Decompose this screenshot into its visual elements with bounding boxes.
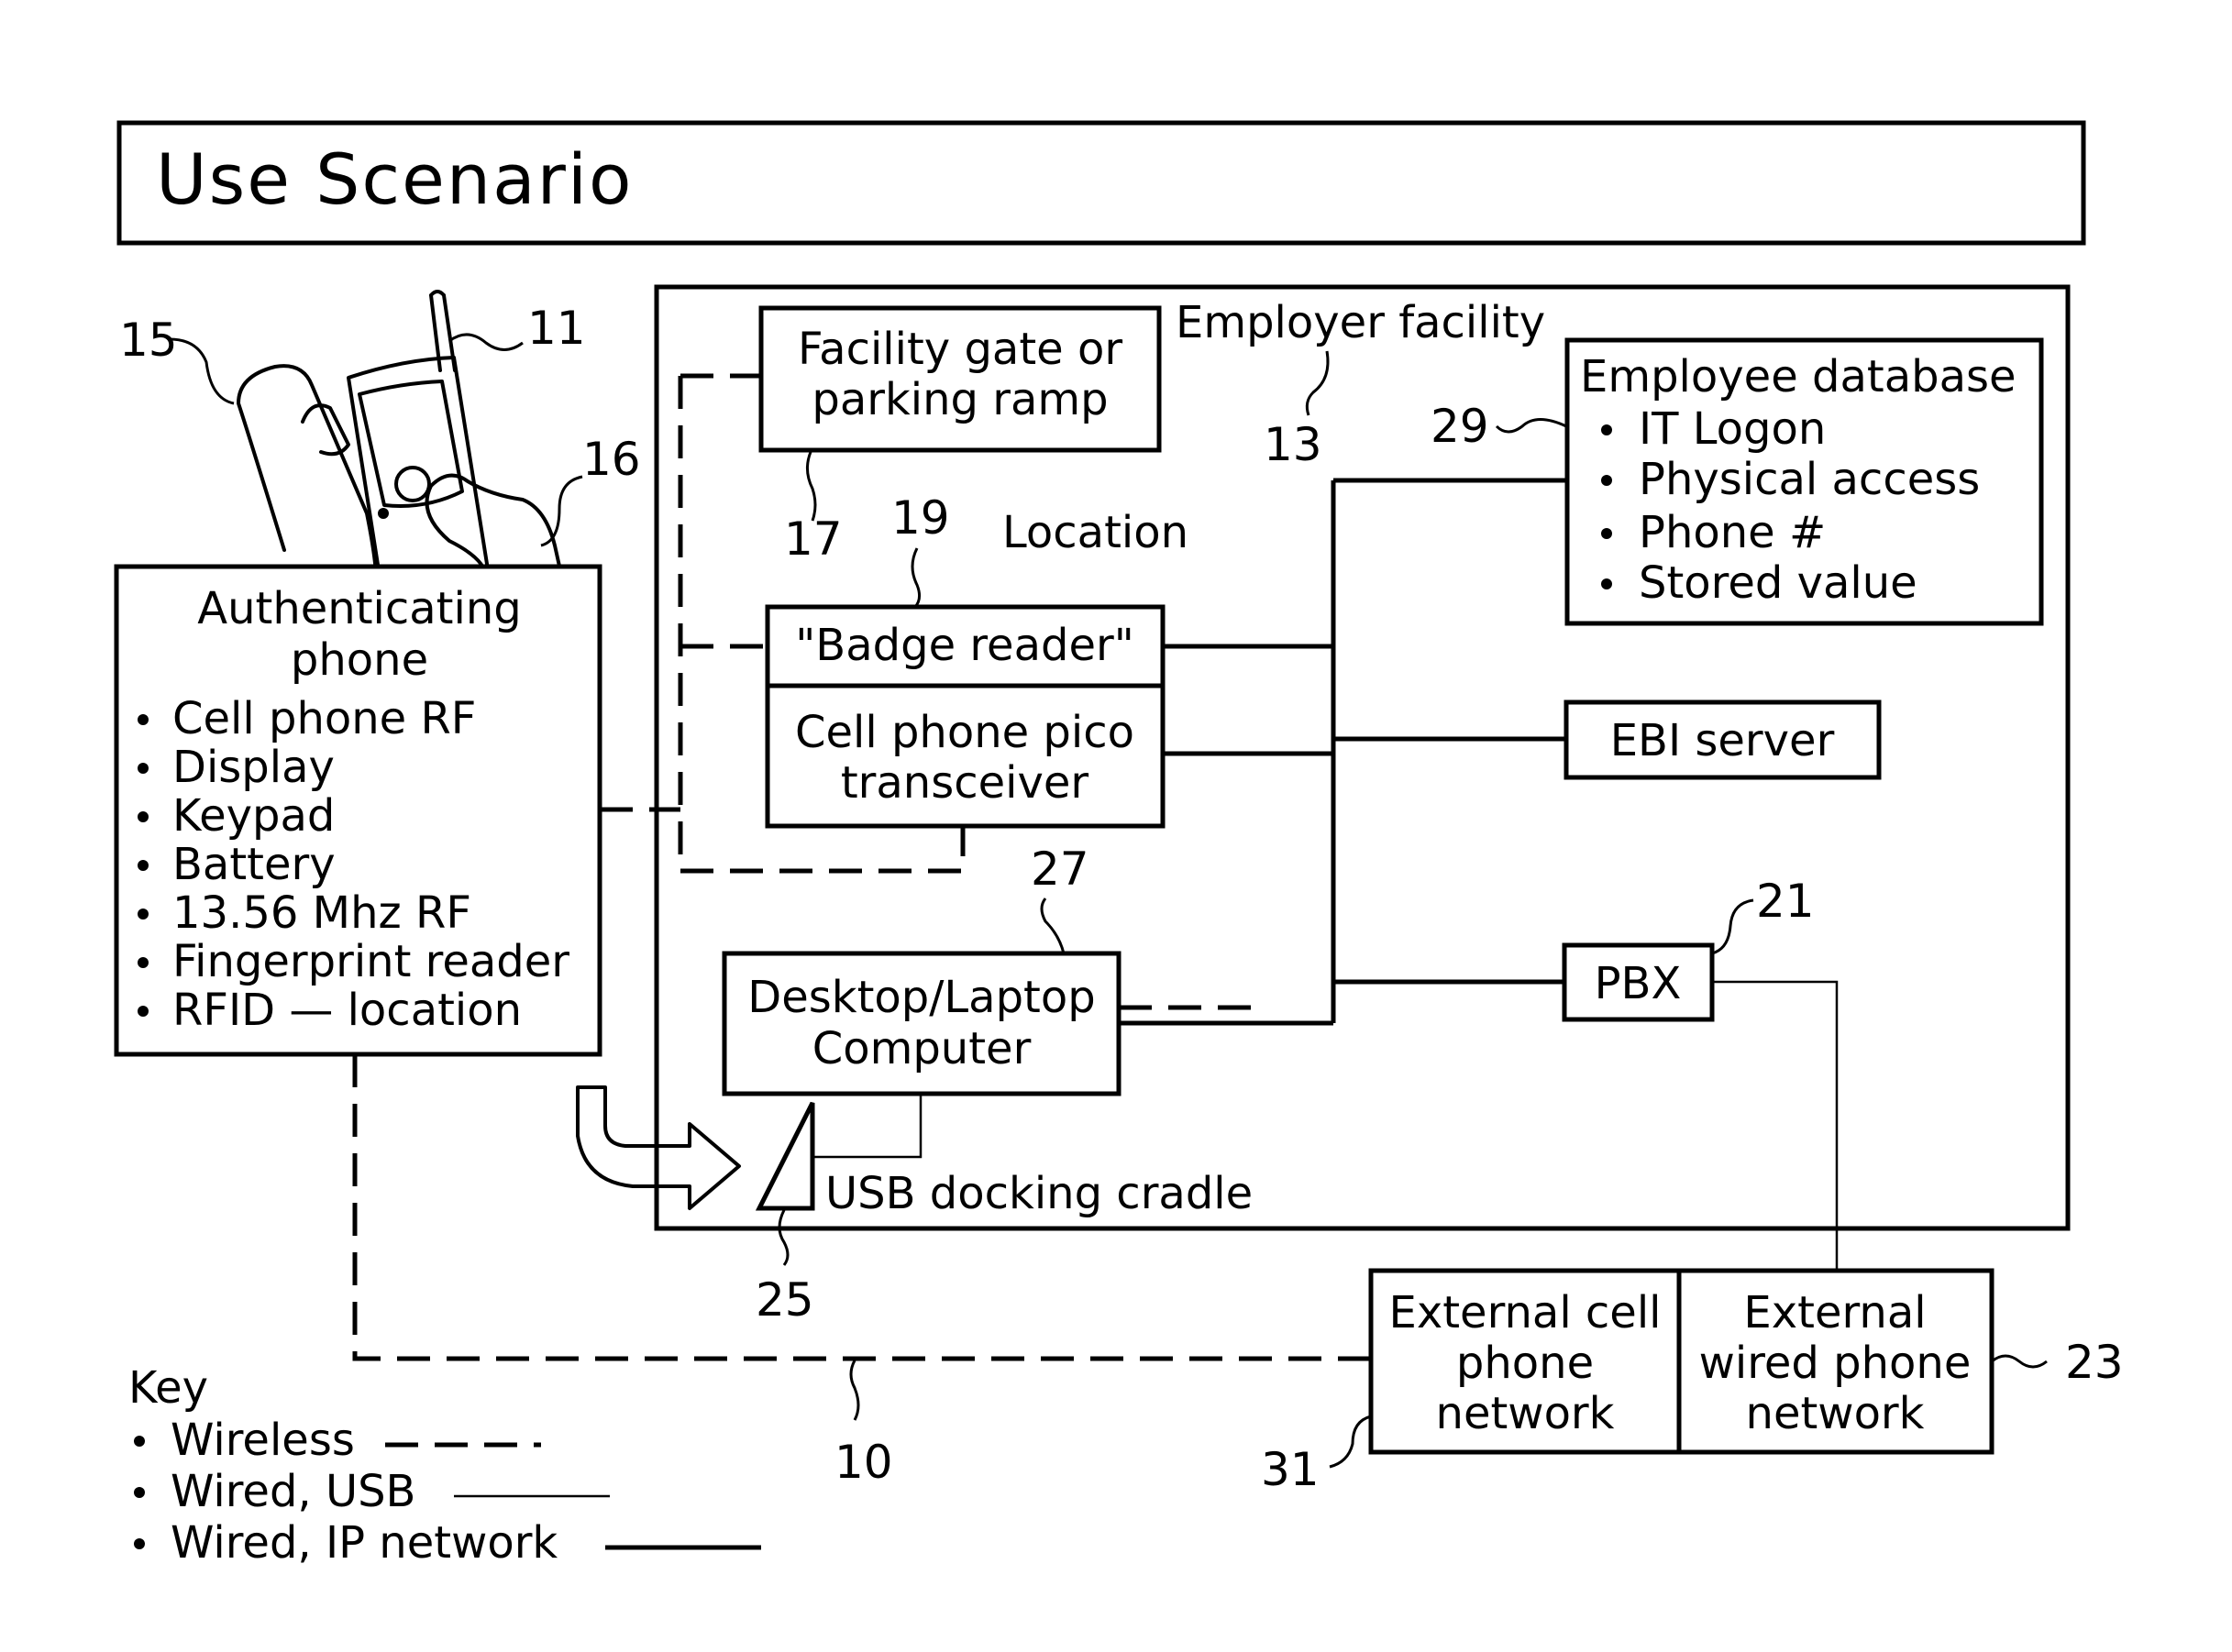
bullet-icon <box>138 957 149 968</box>
bullet-icon <box>134 1436 145 1447</box>
phone-button-icon <box>378 508 389 519</box>
ref-27: 27 <box>1031 843 1089 896</box>
feature-item: Cell phone RF <box>172 693 476 744</box>
ref-19: 19 <box>891 491 950 545</box>
leader-11 <box>448 333 524 351</box>
bullet-icon <box>138 909 149 920</box>
bullet-icon <box>134 1487 145 1498</box>
bullet-icon <box>138 860 149 871</box>
auth-phone-title-2: phone <box>291 634 428 686</box>
ext-wired-line-3: network <box>1746 1388 1925 1439</box>
ref-29: 29 <box>1431 400 1489 453</box>
legend-item-usb: Wired, USB <box>171 1466 415 1517</box>
bullet-icon <box>134 1538 145 1549</box>
employee-db-item: IT Logon <box>1639 403 1826 455</box>
leader-23 <box>1991 1354 2048 1369</box>
ref-11: 11 <box>527 302 586 355</box>
feature-item: Fingerprint reader <box>172 936 569 987</box>
use-scenario-diagram: Use Scenario Employer facility 13 15 11 … <box>114 120 2124 1569</box>
employee-db-title: Employee database <box>1580 351 2017 402</box>
feature-item: Battery <box>172 839 336 890</box>
ext-cell-line-2: phone <box>1456 1338 1594 1389</box>
auth-phone-title-1: Authenticating <box>197 583 521 634</box>
leader-15 <box>169 337 235 405</box>
feature-item: Keypad <box>172 790 335 842</box>
ext-wired-line-1: External <box>1743 1287 1926 1338</box>
employee-db-item: Physical access <box>1639 454 1980 505</box>
ebi-server-label: EBI server <box>1610 715 1835 766</box>
bullet-icon <box>138 811 149 822</box>
leader-16 <box>540 475 583 547</box>
ext-wired-line-2: wired phone <box>1699 1338 1972 1389</box>
ref-21: 21 <box>1756 875 1815 928</box>
facility-gate-line-2: parking ramp <box>812 374 1108 425</box>
facility-gate-line-1: Facility gate or <box>798 324 1122 375</box>
pbx-label: PBX <box>1595 958 1682 1009</box>
diagram-title: Use Scenario <box>156 138 634 220</box>
ref-15: 15 <box>119 314 178 367</box>
computer-line-2: Computer <box>812 1023 1032 1074</box>
phone-in-hands-illustration: 15 11 16 <box>119 290 641 608</box>
ref-31: 31 <box>1261 1443 1320 1496</box>
employee-db-item: Phone # <box>1639 507 1826 558</box>
phone-keypad-icon <box>394 466 431 502</box>
bullet-icon <box>1601 578 1612 589</box>
location-label: Location <box>1002 507 1188 558</box>
bullet-icon <box>138 714 149 725</box>
ext-cell-line-1: External cell <box>1389 1287 1662 1338</box>
ref-25: 25 <box>756 1273 814 1327</box>
ref-16: 16 <box>582 433 641 486</box>
feature-item: 13.56 Mhz RF <box>172 887 471 939</box>
employer-facility-label: Employer facility <box>1176 297 1545 348</box>
bullet-icon <box>138 1006 149 1017</box>
employee-db-item: Stored value <box>1639 557 1917 609</box>
pico-line-2: transceiver <box>841 757 1089 809</box>
authenticating-phone-box: Authenticating phone Cell phone RF Displ… <box>114 564 602 1057</box>
ref-13: 13 <box>1264 418 1322 471</box>
computer-line-1: Desktop/Laptop <box>747 972 1095 1023</box>
legend-item-wireless: Wireless <box>171 1415 355 1466</box>
left-hand-icon <box>237 364 378 579</box>
feature-item: Display <box>172 742 335 793</box>
bullet-icon <box>1601 528 1612 539</box>
legend-item-ip: Wired, IP network <box>171 1517 558 1569</box>
ref-17: 17 <box>784 512 843 566</box>
leader-31 <box>1329 1415 1372 1469</box>
bullet-icon <box>1601 424 1612 435</box>
bullet-icon <box>1601 475 1612 486</box>
phone-screen-icon <box>358 380 464 508</box>
feature-item: RFID — location <box>172 985 522 1036</box>
legend: Key Wireless Wired, USB Wired, IP networ… <box>128 1362 761 1569</box>
usb-cradle-label: USB docking cradle <box>825 1168 1253 1219</box>
bullet-icon <box>138 763 149 774</box>
ref-23: 23 <box>2065 1336 2124 1389</box>
leader-10 <box>849 1360 860 1421</box>
pico-line-1: Cell phone pico <box>795 707 1134 758</box>
legend-title: Key <box>128 1362 208 1414</box>
ext-cell-line-3: network <box>1436 1388 1615 1439</box>
ref-10: 10 <box>834 1436 893 1489</box>
badge-reader-label: "Badge reader" <box>795 620 1134 671</box>
